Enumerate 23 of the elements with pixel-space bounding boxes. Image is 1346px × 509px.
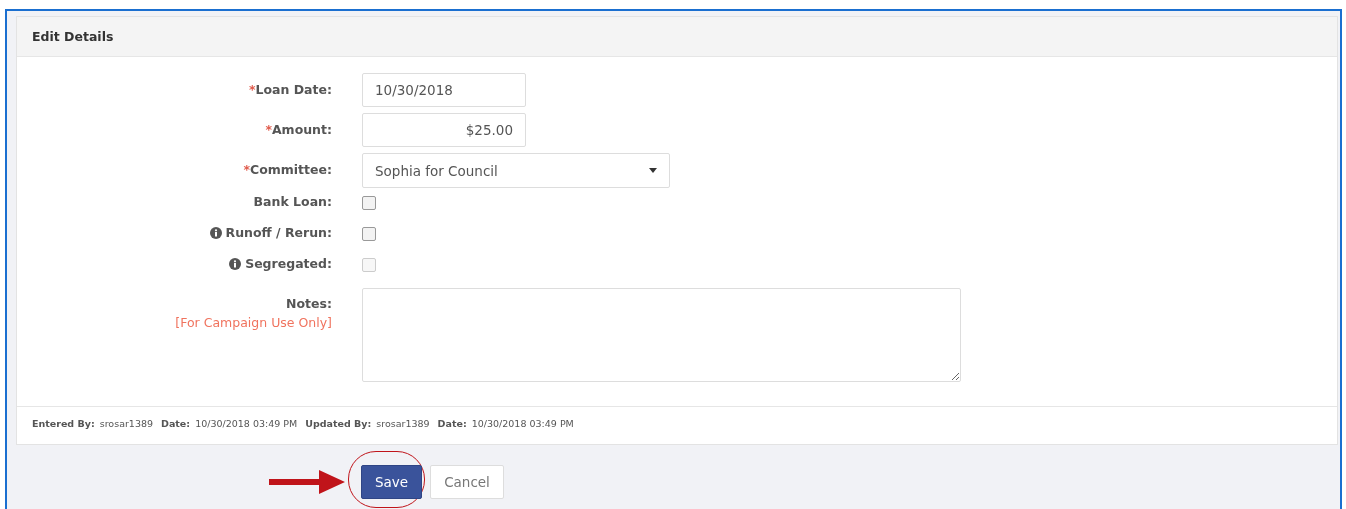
audit-info: Date: 10/30/2018 03:49 PM	[161, 418, 298, 429]
checkbox[interactable]	[362, 196, 376, 210]
caret-icon	[649, 168, 657, 173]
field-label: Runoff / Rerun:	[225, 225, 332, 240]
amount-field[interactable]: $25.00	[362, 113, 526, 147]
save-button[interactable]: Save	[361, 465, 423, 499]
audit-info: Date: 10/30/2018 03:49 PM	[437, 418, 574, 429]
field-note: [For Campaign Use Only]	[175, 315, 332, 330]
info-icon[interactable]	[209, 227, 222, 239]
field-label: Segregated:	[245, 256, 332, 271]
cancel-button[interactable]: Cancel	[430, 465, 504, 499]
audit-info: Updated By: srosar1389	[305, 418, 430, 429]
field-label: *Amount:	[265, 122, 332, 137]
audit-info: Entered By: srosar1389	[32, 418, 154, 429]
field-label: *Committee:	[243, 162, 332, 177]
field-label: *Loan Date:	[248, 82, 332, 97]
field-label: Bank Loan:	[253, 194, 332, 209]
panel-title: Edit Details	[17, 17, 1337, 57]
date-field[interactable]: 10/30/2018	[362, 73, 526, 107]
select-field[interactable]: Sophia for Council	[362, 153, 670, 188]
checkbox[interactable]	[362, 227, 376, 241]
notes-field[interactable]	[362, 288, 961, 382]
field-label: Notes:	[286, 296, 332, 311]
